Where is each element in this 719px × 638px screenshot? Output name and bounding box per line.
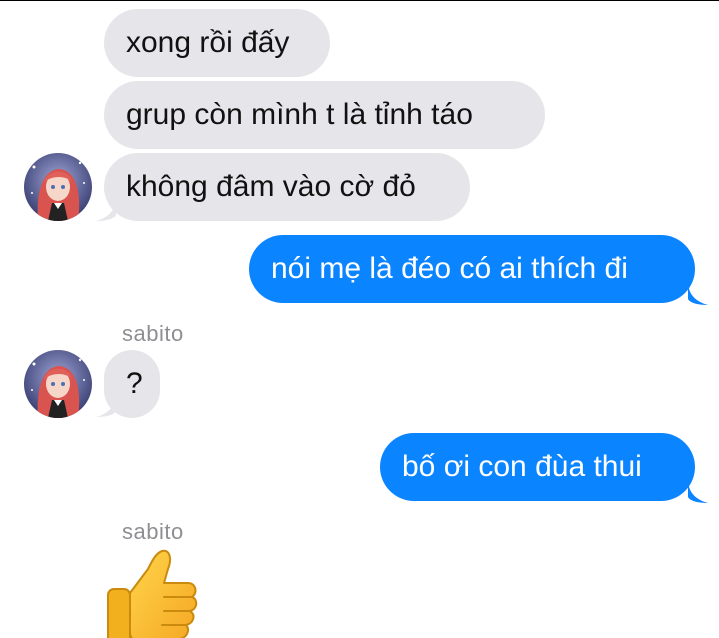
- message-text: ?: [126, 367, 143, 400]
- sender-name: sabito: [122, 321, 184, 346]
- message-bubble-incoming[interactable]: xong rồi đấy: [104, 9, 330, 77]
- message-bubble-outgoing[interactable]: nói mẹ là đéo có ai thích đi: [249, 235, 695, 303]
- bubble-tail: [688, 479, 708, 503]
- bubble-tail: [688, 281, 708, 305]
- message-bubble-incoming[interactable]: ?: [104, 350, 160, 418]
- message-text: không đâm vào cờ đỏ: [126, 170, 416, 203]
- thumbs-up-icon[interactable]: [104, 545, 200, 638]
- message-bubble-incoming[interactable]: không đâm vào cờ đỏ: [104, 153, 470, 221]
- message-text: bố ơi con đùa thui: [402, 450, 642, 483]
- contact-avatar-icon[interactable]: [24, 350, 92, 418]
- message-bubble-incoming[interactable]: grup còn mình t là tỉnh táo: [104, 81, 545, 149]
- message-text: nói mẹ là đéo có ai thích đi: [271, 252, 628, 285]
- message-bubble-outgoing[interactable]: bố ơi con đùa thui: [380, 433, 695, 501]
- sender-name: sabito: [122, 519, 184, 544]
- message-text: grup còn mình t là tỉnh táo: [126, 98, 473, 131]
- message-text: xong rồi đấy: [126, 26, 290, 59]
- chat-thread: xong rồi đấy grup còn mình t là tỉnh táo…: [0, 0, 719, 638]
- contact-avatar-icon[interactable]: [24, 153, 92, 221]
